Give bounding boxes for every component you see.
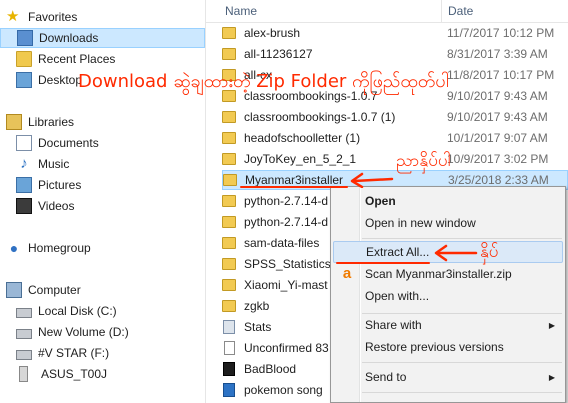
folder-icon bbox=[222, 300, 236, 312]
blank-file-icon bbox=[224, 341, 235, 355]
menu-item-restore[interactable]: Restore previous versions bbox=[333, 336, 563, 358]
annotation-underline-extract bbox=[336, 262, 430, 264]
menu-separator bbox=[362, 238, 562, 239]
nav-asus[interactable]: ASUS_T00J bbox=[0, 364, 205, 384]
application-icon bbox=[223, 362, 235, 376]
nav-computer[interactable]: Computer bbox=[0, 280, 205, 300]
avast-icon: a bbox=[342, 265, 352, 282]
nav-v-star[interactable]: #V STAR (F:) bbox=[0, 343, 205, 363]
submenu-arrow-icon: ▶ bbox=[548, 372, 555, 382]
documents-icon bbox=[16, 135, 32, 151]
menu-item-scan[interactable]: a Scan Myanmar3installer.zip bbox=[333, 263, 563, 285]
menu-item-open[interactable]: Open bbox=[333, 190, 563, 212]
videos-icon bbox=[16, 198, 32, 214]
nav-videos[interactable]: Videos bbox=[0, 196, 205, 216]
media-file-icon bbox=[223, 383, 235, 397]
annotation-arrow-icon bbox=[434, 244, 478, 262]
annotation-headline: Download ဆွဲချထားတဲ့ Zip Folder ကိုဖြည်ထ… bbox=[78, 71, 449, 92]
nav-local-disk[interactable]: Local Disk (C:) bbox=[0, 301, 205, 321]
column-name[interactable]: Name bbox=[225, 4, 257, 18]
nav-documents[interactable]: Documents bbox=[0, 133, 205, 153]
column-separator[interactable] bbox=[441, 0, 442, 22]
menu-item-send-to[interactable]: Send to ▶ bbox=[333, 366, 563, 388]
file-row[interactable]: classroombookings-1.0.7 (1) 9/10/2017 9:… bbox=[222, 107, 568, 127]
music-note-icon: ♪ bbox=[20, 155, 28, 172]
nav-pictures[interactable]: Pictures bbox=[0, 175, 205, 195]
folder-icon bbox=[222, 258, 236, 270]
nav-music[interactable]: ♪ Music bbox=[0, 154, 205, 174]
pictures-icon bbox=[16, 177, 32, 193]
removable-drive-icon bbox=[16, 349, 32, 360]
nav-recent-places[interactable]: Recent Places bbox=[0, 49, 205, 69]
menu-separator bbox=[362, 392, 562, 393]
nav-libraries[interactable]: Libraries bbox=[0, 112, 205, 132]
zip-folder-icon bbox=[223, 174, 237, 186]
menu-separator bbox=[362, 362, 562, 363]
folder-icon bbox=[222, 153, 236, 165]
stats-file-icon bbox=[223, 320, 235, 334]
recent-places-icon bbox=[16, 51, 32, 67]
folder-icon bbox=[222, 27, 236, 39]
folder-icon bbox=[222, 216, 236, 228]
nav-favorites[interactable]: ★ Favorites bbox=[0, 7, 205, 27]
annotation-right-click: ညာနှိပ်ပါ bbox=[396, 151, 451, 171]
hard-disk-icon bbox=[16, 307, 32, 318]
menu-item-share-with[interactable]: Share with ▶ bbox=[333, 314, 563, 336]
folder-icon bbox=[222, 195, 236, 207]
nav-downloads[interactable]: Downloads bbox=[0, 28, 205, 48]
menu-item-open-new-window[interactable]: Open in new window bbox=[333, 212, 563, 234]
computer-icon bbox=[6, 282, 22, 298]
context-menu: Open Open in new window Extract All... a… bbox=[330, 186, 566, 403]
star-icon: ★ bbox=[6, 8, 20, 25]
folder-icon bbox=[222, 48, 236, 60]
desktop-icon bbox=[16, 72, 32, 88]
nav-homegroup[interactable]: ● Homegroup bbox=[0, 238, 205, 258]
phone-device-icon bbox=[19, 366, 28, 382]
navigation-pane: ★ Favorites Downloads Recent Places Desk… bbox=[0, 0, 206, 403]
file-row[interactable]: headofschoolletter (1) 10/1/2017 9:07 AM bbox=[222, 128, 568, 148]
hard-disk-icon bbox=[16, 328, 32, 339]
nav-new-volume[interactable]: New Volume (D:) bbox=[0, 322, 205, 342]
file-row[interactable]: all-11236127 8/31/2017 3:39 AM bbox=[222, 44, 568, 64]
file-row[interactable]: JoyToKey_en_5_2_1 10/9/2017 3:02 PM bbox=[222, 149, 568, 169]
column-date[interactable]: Date bbox=[448, 4, 473, 18]
folder-icon bbox=[222, 237, 236, 249]
downloads-folder-icon bbox=[17, 30, 33, 46]
homegroup-icon: ● bbox=[9, 240, 19, 256]
folder-icon bbox=[222, 111, 236, 123]
menu-item-open-with[interactable]: Open with... bbox=[333, 285, 563, 307]
submenu-arrow-icon: ▶ bbox=[548, 320, 555, 330]
folder-icon bbox=[222, 132, 236, 144]
column-header: Name Date bbox=[206, 0, 568, 23]
annotation-underline-file bbox=[240, 186, 348, 188]
file-row[interactable]: alex-brush 11/7/2017 10:12 PM bbox=[222, 23, 568, 43]
annotation-click: နှိပ် bbox=[480, 242, 499, 262]
annotation-arrow-icon bbox=[350, 172, 394, 188]
folder-icon bbox=[222, 279, 236, 291]
libraries-icon bbox=[6, 114, 22, 130]
